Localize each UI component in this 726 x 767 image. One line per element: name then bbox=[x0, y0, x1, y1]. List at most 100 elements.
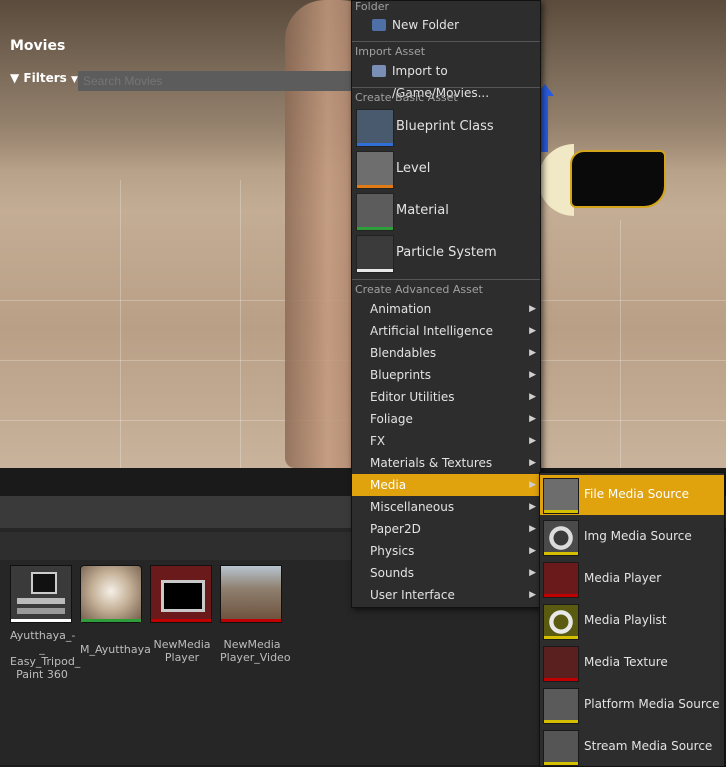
asset-type-bar bbox=[544, 510, 578, 513]
translate-gizmo-z[interactable] bbox=[541, 90, 548, 152]
filter-icon: ▼ bbox=[10, 71, 20, 85]
menu-item-blendables[interactable]: Blendables ▶ bbox=[352, 342, 540, 364]
menu-item-label: Miscellaneous bbox=[370, 500, 455, 514]
asset-tile[interactable]: NewMedia Player_Video bbox=[220, 565, 291, 664]
stack-icon bbox=[17, 598, 65, 604]
menu-item-label: Sounds bbox=[370, 566, 415, 580]
import-item[interactable]: Import to /Game/Movies... bbox=[352, 60, 540, 100]
section-header-import: Import Asset bbox=[355, 45, 426, 58]
content-browser-title: Movies bbox=[10, 38, 66, 54]
context-menu: Folder New Folder Import Asset Import to… bbox=[351, 0, 541, 608]
create-level-item[interactable]: Level bbox=[352, 149, 540, 189]
asset-thumbnail bbox=[220, 565, 282, 623]
asset-label-line: Easy_Tripod_ bbox=[10, 655, 81, 668]
chevron-right-icon: ▶ bbox=[529, 304, 536, 314]
asset-type-bar bbox=[544, 720, 578, 723]
menu-item-label: Blendables bbox=[370, 346, 437, 360]
menu-item-label: Media bbox=[370, 478, 407, 492]
chevron-right-icon: ▶ bbox=[529, 392, 536, 402]
chevron-right-icon: ▶ bbox=[529, 458, 536, 468]
asset-type-bar bbox=[81, 619, 141, 622]
tv-icon bbox=[161, 580, 205, 612]
filters-button[interactable]: ▼ Filters ▼ bbox=[10, 71, 78, 85]
new-folder-icon bbox=[372, 19, 386, 31]
submenu-item-file-media-source[interactable]: File Media Source bbox=[540, 475, 724, 515]
menu-separator bbox=[352, 87, 540, 88]
chevron-right-icon: ▶ bbox=[529, 502, 536, 512]
menu-separator bbox=[352, 279, 540, 280]
chevron-right-icon: ▶ bbox=[529, 568, 536, 578]
menu-item-label: User Interface bbox=[370, 588, 455, 602]
menu-item-animation[interactable]: Animation ▶ bbox=[352, 298, 540, 320]
menu-item-label: FX bbox=[370, 434, 386, 448]
file-media-source-icon bbox=[543, 478, 579, 514]
menu-item-label: Materials & Textures bbox=[370, 456, 493, 470]
submenu-item-platform-media-source[interactable]: Platform Media Source bbox=[540, 685, 724, 725]
menu-item-blueprints[interactable]: Blueprints ▶ bbox=[352, 364, 540, 386]
chevron-right-icon: ▶ bbox=[529, 348, 536, 358]
asset-tile[interactable]: M_Ayutthaya bbox=[80, 565, 151, 656]
menu-item-user-interface[interactable]: User Interface ▶ bbox=[352, 584, 540, 606]
submenu-item-img-media-source[interactable]: Img Media Source bbox=[540, 517, 724, 557]
import-icon bbox=[372, 65, 386, 77]
asset-thumbnail bbox=[150, 565, 212, 623]
create-particle-system-item[interactable]: Particle System bbox=[352, 233, 540, 273]
menu-item-miscellaneous[interactable]: Miscellaneous ▶ bbox=[352, 496, 540, 518]
create-blueprint-class-item[interactable]: Blueprint Class bbox=[352, 107, 540, 147]
chevron-right-icon: ▶ bbox=[529, 524, 536, 534]
menu-separator bbox=[352, 41, 540, 42]
submenu-item-media-texture[interactable]: Media Texture bbox=[540, 643, 724, 683]
stack-icon bbox=[17, 608, 65, 614]
submenu-item-stream-media-source[interactable]: Stream Media Source bbox=[540, 727, 724, 767]
asset-label-line: Ayutthaya_-_ bbox=[10, 629, 76, 655]
submenu-item-media-playlist[interactable]: Media Playlist bbox=[540, 601, 724, 641]
asset-label-line: Player_Video bbox=[220, 651, 291, 664]
chevron-right-icon: ▶ bbox=[529, 590, 536, 600]
menu-item-label: Blueprints bbox=[370, 368, 432, 382]
asset-type-bar bbox=[544, 552, 578, 555]
menu-item-artificial-intelligence[interactable]: Artificial Intelligence ▶ bbox=[352, 320, 540, 342]
menu-item-fx[interactable]: FX ▶ bbox=[352, 430, 540, 452]
chevron-right-icon: ▶ bbox=[529, 326, 536, 336]
section-header-basic: Create Basic Asset bbox=[355, 91, 458, 104]
grid-line bbox=[120, 180, 121, 468]
asset-tile[interactable]: NewMedia Player bbox=[150, 565, 214, 664]
asset-label-line: NewMedia bbox=[153, 638, 211, 651]
menu-item-media[interactable]: Media ▶ bbox=[352, 474, 540, 496]
asset-type-bar bbox=[544, 678, 578, 681]
menu-item-label: Physics bbox=[370, 544, 415, 558]
submenu-item-label: Platform Media Source bbox=[584, 697, 720, 711]
grid-line bbox=[620, 220, 621, 468]
search-input[interactable] bbox=[78, 71, 361, 91]
asset-type-bar bbox=[357, 185, 393, 188]
asset-type-bar bbox=[11, 619, 71, 622]
new-folder-item[interactable]: New Folder bbox=[352, 14, 540, 36]
menu-item-materials-textures[interactable]: Materials & Textures ▶ bbox=[352, 452, 540, 474]
submenu-item-label: Stream Media Source bbox=[584, 739, 713, 753]
section-header-advanced: Create Advanced Asset bbox=[355, 283, 483, 296]
filters-label: Filters bbox=[23, 71, 67, 85]
media-player-icon bbox=[543, 562, 579, 598]
menu-item-label: Editor Utilities bbox=[370, 390, 455, 404]
submenu-item-label: Media Texture bbox=[584, 655, 668, 669]
img-media-source-icon bbox=[543, 520, 579, 556]
submenu-item-label: Media Player bbox=[584, 571, 662, 585]
menu-item-physics[interactable]: Physics ▶ bbox=[352, 540, 540, 562]
stream-media-source-icon bbox=[543, 730, 579, 766]
submenu-item-media-player[interactable]: Media Player bbox=[540, 559, 724, 599]
chevron-right-icon: ▶ bbox=[529, 480, 536, 490]
chevron-right-icon: ▶ bbox=[529, 436, 536, 446]
camera-actor-icon[interactable] bbox=[570, 150, 666, 208]
chevron-right-icon: ▶ bbox=[529, 370, 536, 380]
asset-tile[interactable]: Ayutthaya_-_ Easy_Tripod_ Paint 360 bbox=[10, 565, 81, 681]
menu-item-sounds[interactable]: Sounds ▶ bbox=[352, 562, 540, 584]
submenu-item-label: Img Media Source bbox=[584, 529, 692, 543]
create-material-item[interactable]: Material bbox=[352, 191, 540, 231]
media-texture-icon bbox=[543, 646, 579, 682]
menu-item-foliage[interactable]: Foliage ▶ bbox=[352, 408, 540, 430]
media-submenu: File Media Source Img Media Source Media… bbox=[539, 472, 725, 767]
menu-item-editor-utilities[interactable]: Editor Utilities ▶ bbox=[352, 386, 540, 408]
submenu-item-label: Media Playlist bbox=[584, 613, 667, 627]
material-label: Material bbox=[396, 203, 449, 218]
menu-item-paper2d[interactable]: Paper2D ▶ bbox=[352, 518, 540, 540]
